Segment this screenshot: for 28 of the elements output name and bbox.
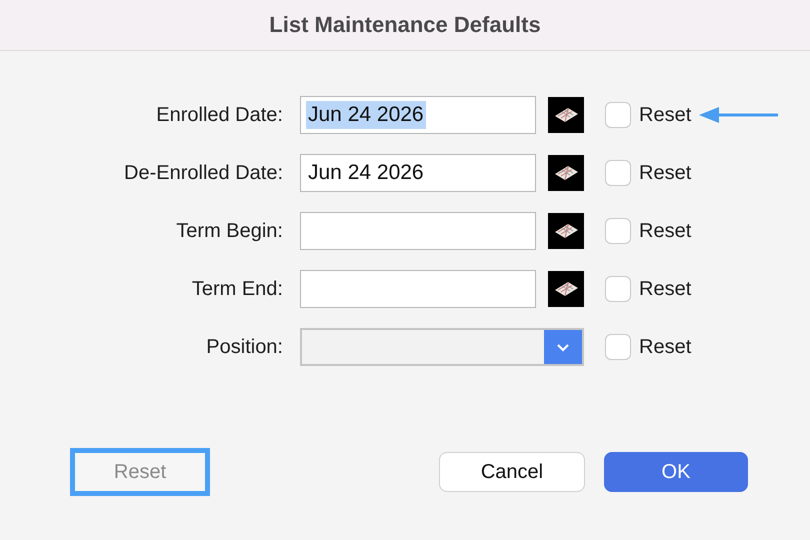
chevron-down-icon [556, 342, 570, 352]
checkbox-label[interactable]: Reset [639, 278, 692, 300]
calendar-icon[interactable] [548, 271, 584, 307]
date-field[interactable] [300, 270, 536, 308]
reset-checkbox[interactable] [605, 334, 631, 360]
dialog-button[interactable]: Cancel [439, 452, 585, 492]
field-label: Position: [205, 336, 283, 358]
position-dropdown[interactable] [300, 328, 584, 366]
reset-checkbox[interactable] [605, 218, 631, 244]
date-field[interactable]: Jun 24 2026 [300, 96, 536, 134]
field-label: De-Enrolled Date: [123, 162, 283, 184]
checkbox-label[interactable]: Reset [639, 162, 692, 184]
calendar-icon[interactable] [548, 97, 584, 133]
checkbox-label[interactable]: Reset [639, 336, 692, 358]
field-label: Enrolled Date: [155, 104, 283, 126]
calendar-icon[interactable] [548, 213, 584, 249]
checkbox-label[interactable]: Reset [639, 104, 692, 126]
reset-checkbox[interactable] [605, 102, 631, 128]
date-field[interactable]: Jun 24 2026 [300, 154, 536, 192]
date-field[interactable] [300, 212, 536, 250]
reset-checkbox[interactable] [605, 160, 631, 186]
reset-checkbox[interactable] [605, 276, 631, 302]
field-label: Term Begin: [175, 220, 283, 242]
window-title: List Maintenance Defaults [269, 12, 541, 38]
ok-button[interactable]: OK [604, 452, 748, 492]
checkbox-label[interactable]: Reset [639, 220, 692, 242]
calendar-icon[interactable] [548, 155, 584, 191]
field-label: Term End: [190, 278, 283, 300]
